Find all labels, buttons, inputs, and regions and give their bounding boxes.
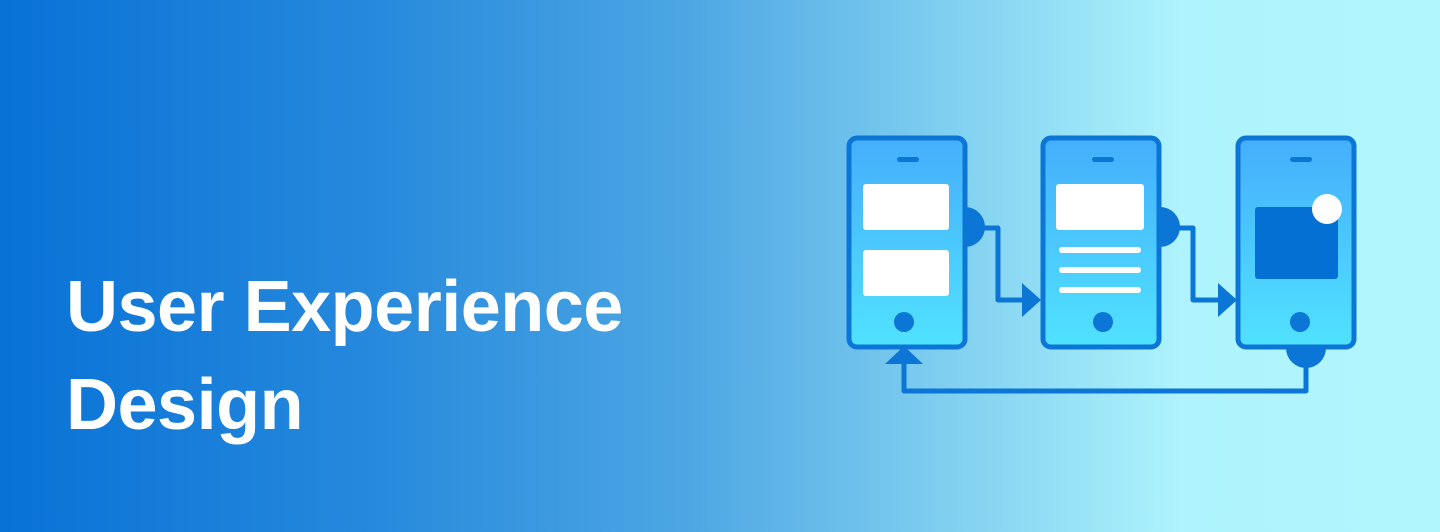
title-line-2: Design	[66, 365, 304, 445]
ux-flow-illustration	[846, 135, 1357, 394]
title-line-1: User Experience	[66, 267, 623, 347]
phone-screen-list	[1040, 135, 1162, 350]
phone-screen-media	[1235, 135, 1357, 350]
page-title: User Experience Design	[66, 258, 623, 454]
hero-banner: User Experience Design	[0, 0, 1440, 532]
connector-arrow-1	[965, 207, 1041, 317]
connector-arrow-2	[1160, 207, 1237, 317]
loop-back-arrow	[885, 346, 1326, 394]
phone-screen-form	[846, 135, 968, 350]
